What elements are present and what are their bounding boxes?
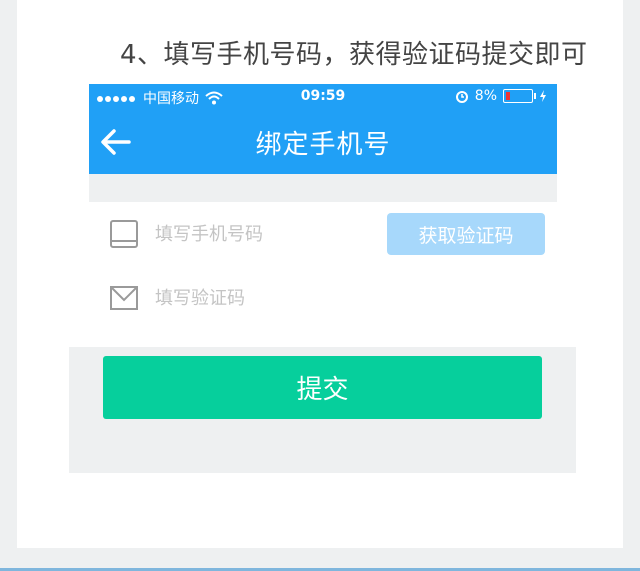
signal-dots-icon bbox=[97, 90, 137, 106]
status-time: 09:59 bbox=[300, 88, 346, 104]
battery-percent: 8% bbox=[474, 88, 497, 104]
phone-screenshot: 中国移动 09:59 8% 绑定手机号 填写手机号码 获取验证码 填写验证码 bbox=[89, 84, 557, 330]
back-arrow-icon[interactable] bbox=[99, 125, 133, 159]
get-code-button[interactable]: 获取验证码 bbox=[387, 213, 545, 255]
wifi-icon bbox=[205, 91, 223, 105]
charging-bolt-icon bbox=[540, 90, 546, 102]
instruction-text: 4、填写手机号码，获得验证码提交即可 bbox=[120, 40, 588, 70]
submit-button[interactable]: 提交 bbox=[103, 356, 542, 419]
code-input[interactable] bbox=[153, 286, 337, 310]
carrier-label: 中国移动 bbox=[143, 91, 199, 107]
phone-input[interactable] bbox=[153, 222, 337, 246]
battery-icon bbox=[503, 89, 536, 103]
code-row bbox=[89, 266, 557, 330]
alarm-icon bbox=[455, 91, 468, 103]
section-divider bbox=[89, 174, 557, 202]
status-left: 中国移动 bbox=[97, 88, 223, 108]
phone-row: 获取验证码 bbox=[89, 202, 557, 266]
phone-device-icon bbox=[110, 220, 138, 248]
submit-panel: 提交 bbox=[69, 347, 576, 473]
nav-bar: 绑定手机号 bbox=[89, 110, 557, 174]
status-right: 8% bbox=[455, 88, 547, 104]
envelope-icon bbox=[110, 286, 138, 310]
status-bar: 中国移动 09:59 8% bbox=[89, 84, 557, 110]
page-title: 绑定手机号 bbox=[255, 129, 391, 160]
